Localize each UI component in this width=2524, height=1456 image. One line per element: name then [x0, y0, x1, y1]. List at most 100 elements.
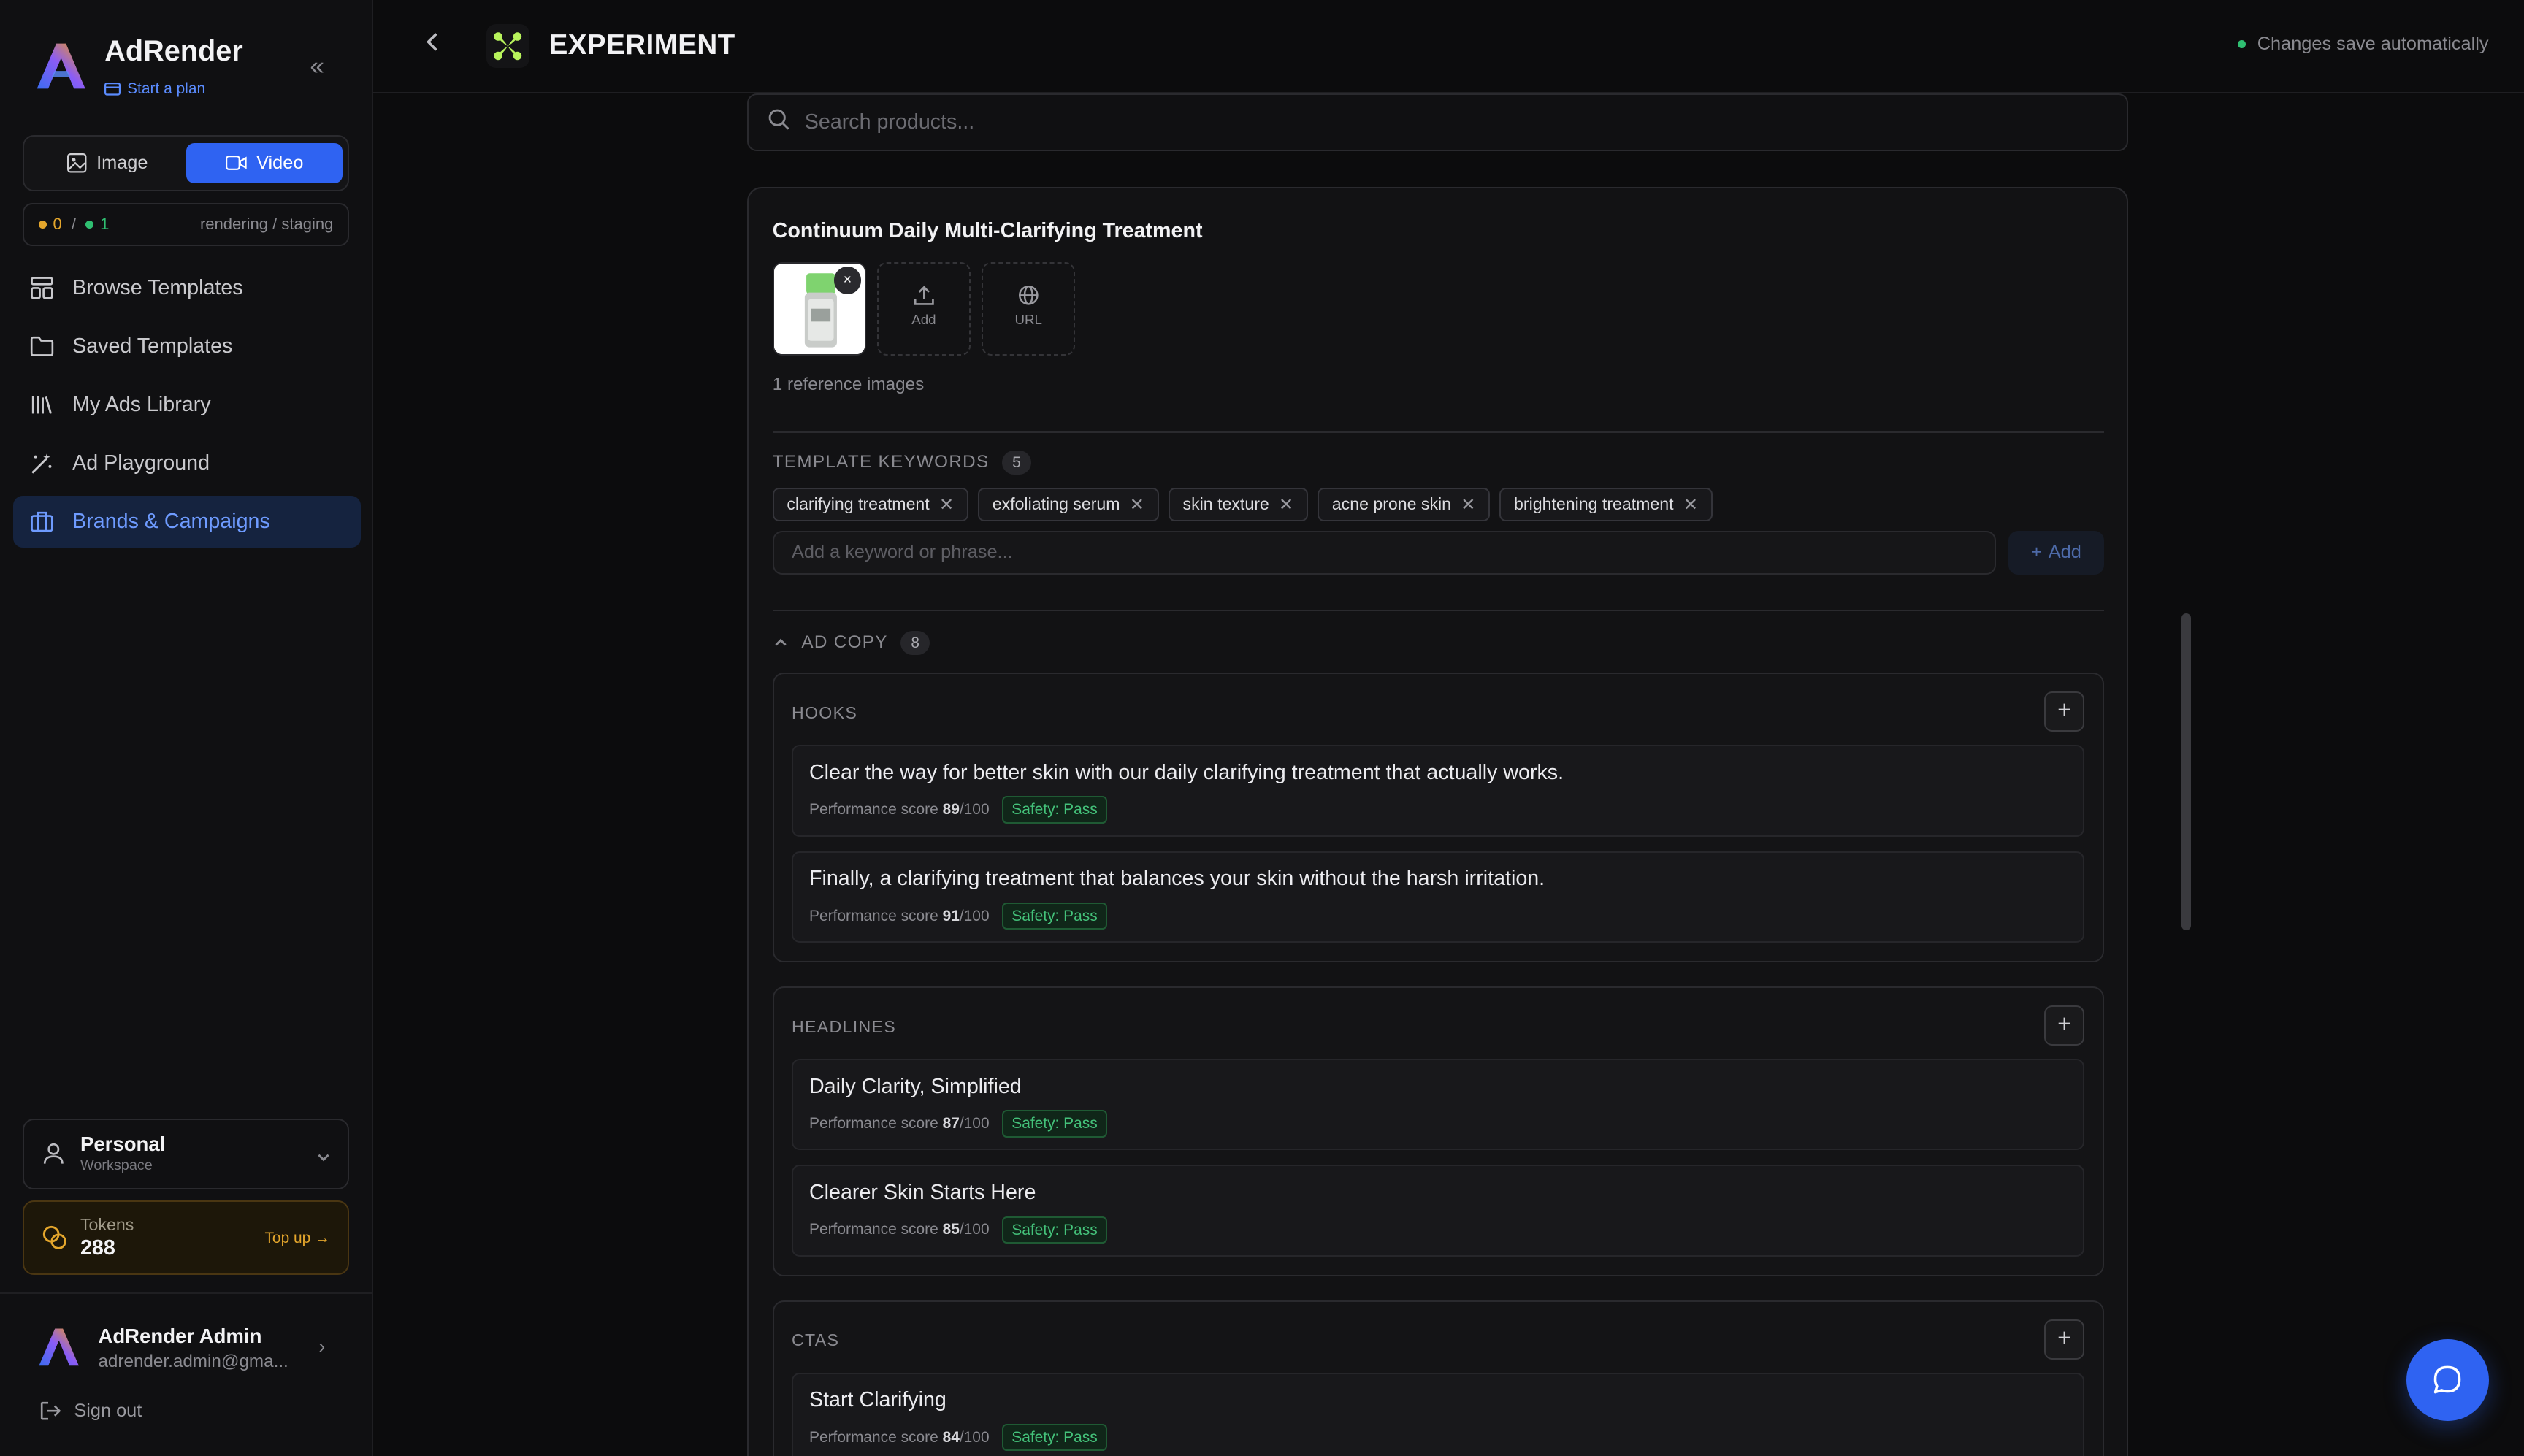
sidebar-item-my-ads-library[interactable]: My Ads Library — [13, 379, 361, 431]
score-prefix: Performance score — [809, 801, 938, 819]
back-icon[interactable] — [425, 31, 441, 60]
sidebar-item-ad-playground[interactable]: Ad Playground — [13, 437, 361, 489]
search-icon — [768, 108, 790, 137]
add-url-button[interactable]: URL — [982, 262, 1076, 356]
ctas-group: CTAS + Start Clarifying Performance scor… — [772, 1300, 2104, 1456]
item-meta: Performance score 89/100 Safety: Pass — [809, 796, 1107, 824]
collapse-sidebar-icon[interactable]: « — [302, 53, 332, 83]
add-keyword-button[interactable]: + Add — [2008, 531, 2104, 575]
score-prefix: Performance score — [809, 1428, 938, 1446]
sidebar-item-brands-campaigns[interactable]: Brands & Campaigns — [12, 496, 361, 548]
staging-dot — [85, 220, 94, 229]
chevron-right-icon[interactable]: › — [318, 1336, 325, 1358]
remove-keyword-icon[interactable]: ✕ — [1461, 494, 1475, 516]
list-item[interactable]: Clear the way for better skin with our d… — [791, 745, 2084, 837]
chat-button[interactable] — [2406, 1338, 2489, 1422]
page-title: EXPERIMENT — [548, 28, 735, 61]
briefcase-icon — [29, 509, 55, 534]
start-plan-link[interactable]: Start a plan — [104, 80, 205, 98]
status-badge: Safety: Pass — [1002, 1423, 1107, 1452]
chat-bubble-icon — [2434, 1365, 2461, 1394]
keyword-input[interactable] — [791, 542, 1919, 564]
score-suffix: /100 — [959, 1114, 990, 1132]
add-cta-button[interactable]: + — [2044, 1319, 2085, 1360]
add-url-label: URL — [1014, 312, 1042, 328]
reference-count: 1 reference images — [772, 375, 925, 395]
product-name: Continuum Daily Multi-Clarifying Treatme… — [772, 218, 1203, 242]
score-suffix: /100 — [959, 907, 990, 924]
workspace-selector[interactable]: Personal Workspace — [22, 1118, 350, 1189]
divider — [0, 1292, 374, 1295]
sidebar-item-browse-templates[interactable]: Browse Templates — [13, 262, 361, 314]
video-mode-button[interactable]: Video — [186, 142, 343, 184]
score-prefix: Performance score — [809, 1114, 938, 1132]
wand-icon — [29, 451, 55, 476]
list-item[interactable]: Finally, a clarifying treatment that bal… — [791, 851, 2084, 943]
score-value: 91 — [942, 907, 960, 924]
image-mode-button[interactable]: Image — [31, 143, 186, 183]
folder-icon — [29, 334, 55, 359]
copy-text: Clearer Skin Starts Here — [809, 1181, 1036, 1205]
group-title: CTAS — [791, 1330, 840, 1350]
ad-copy-label: AD COPY — [801, 632, 888, 653]
video-mode-label: Video — [256, 153, 304, 173]
score-value: 87 — [942, 1114, 960, 1132]
remove-keyword-icon[interactable]: ✕ — [1279, 494, 1293, 516]
add-image-button[interactable]: Add — [877, 262, 971, 356]
sidebar-item-saved-templates[interactable]: Saved Templates — [13, 321, 361, 372]
remove-keyword-icon[interactable]: ✕ — [1683, 494, 1698, 516]
user-name[interactable]: AdRender Admin — [98, 1325, 261, 1348]
brand[interactable]: AdRender Start a plan — [32, 35, 243, 100]
avatar[interactable] — [35, 1325, 80, 1376]
score-suffix: /100 — [959, 1221, 990, 1238]
keyword-input-wrapper — [772, 531, 1996, 575]
sidebar-item-label: Ad Playground — [72, 451, 210, 475]
sidebar-item-label: Saved Templates — [72, 334, 233, 358]
tokens-panel: Tokens 288 Top up → — [22, 1200, 350, 1275]
status-label: rendering / staging — [199, 215, 334, 234]
list-item[interactable]: Start Clarifying Performance score 84/10… — [791, 1372, 2084, 1456]
search-input[interactable] — [804, 110, 2060, 134]
tokens-value: 288 — [80, 1235, 115, 1260]
sidebar-item-label: My Ads Library — [72, 392, 211, 416]
status-separator: / — [71, 215, 77, 234]
keyword-text: clarifying treatment — [787, 494, 930, 514]
sidebar-item-label: Brands & Campaigns — [72, 509, 270, 533]
group-title: HEADLINES — [791, 1016, 896, 1036]
workspace-name: Personal — [80, 1133, 166, 1156]
performance-score: Performance score 89/100 — [809, 801, 990, 819]
keyword-chips: clarifying treatment ✕ exfoliating serum ✕… — [772, 487, 1713, 521]
autosave-label: Changes save automatically — [2257, 34, 2489, 55]
scrollbar-thumb[interactable] — [2181, 613, 2191, 930]
user-email: adrender.admin@gma... — [98, 1352, 288, 1372]
score-prefix: Performance score — [809, 1221, 938, 1238]
list-item[interactable]: Daily Clarity, Simplified Performance sc… — [791, 1058, 2084, 1151]
ad-copy-toggle[interactable]: AD COPY 8 — [773, 630, 930, 655]
list-item[interactable]: Clearer Skin Starts Here Performance sco… — [791, 1165, 2084, 1257]
start-plan-label: Start a plan — [127, 80, 206, 98]
copy-text: Finally, a clarifying treatment that bal… — [809, 867, 1545, 891]
main-content: Continuum Daily Multi-Clarifying Treatme… — [373, 93, 2524, 1456]
status-badge: Safety: Pass — [1002, 902, 1107, 930]
performance-score: Performance score 84/100 — [809, 1429, 990, 1447]
add-headline-button[interactable]: + — [2044, 1005, 2085, 1046]
divider — [772, 610, 2104, 612]
staging-count: 1 — [100, 215, 110, 234]
remove-keyword-icon[interactable]: ✕ — [1130, 494, 1144, 516]
chevron-down-icon — [316, 1143, 332, 1172]
sidebar: AdRender Start a plan « Image Video 0 / … — [0, 0, 374, 1456]
sign-out-button[interactable]: Sign out — [40, 1401, 142, 1422]
add-hook-button[interactable]: + — [2044, 691, 2085, 732]
remove-keyword-icon[interactable]: ✕ — [939, 494, 954, 516]
keyword-chip: clarifying treatment ✕ — [772, 487, 968, 521]
status-badge: Safety: Pass — [1002, 1216, 1107, 1244]
top-up-link[interactable]: Top up → — [264, 1230, 330, 1247]
reference-image-thumbnail[interactable]: × — [772, 262, 866, 356]
keyword-chip: brightening treatment ✕ — [1499, 487, 1713, 521]
add-keyword-label: Add — [2048, 542, 2081, 563]
ad-copy-count-badge: 8 — [900, 630, 930, 655]
chevron-up-icon — [775, 638, 787, 646]
remove-image-button[interactable]: × — [833, 267, 862, 294]
autosave-dot — [2238, 40, 2246, 49]
mode-switch: Image Video — [22, 135, 350, 192]
